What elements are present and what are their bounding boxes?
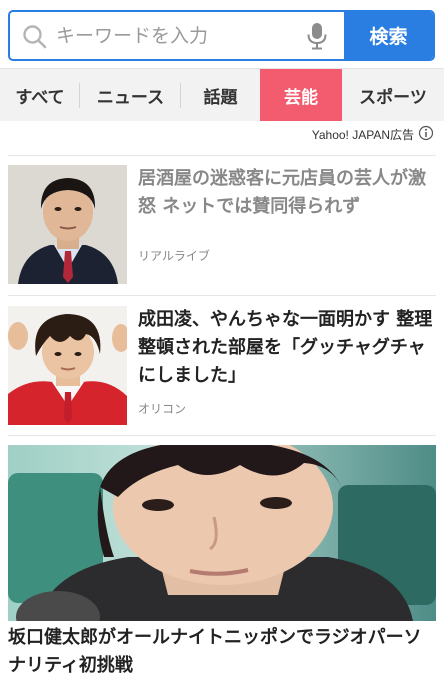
tab-label: すべて	[15, 88, 65, 108]
tab-label: ニュース	[96, 88, 165, 108]
tab-topics[interactable]: 話題	[181, 69, 260, 122]
article-thumbnail	[8, 306, 127, 425]
article-thumbnail	[8, 165, 127, 284]
search-icon	[22, 24, 48, 50]
info-icon[interactable]	[418, 125, 434, 141]
tab-label: 話題	[203, 88, 238, 108]
search-button[interactable]: 検索	[344, 12, 433, 59]
tab-sports[interactable]: スポーツ	[342, 69, 444, 122]
divider	[8, 295, 436, 296]
search-bar: 検索	[0, 0, 444, 68]
featured-article-title[interactable]: 坂口健太郎がオールナイトニッポンでラジオパーソナリティ初挑戦	[8, 624, 436, 680]
tab-label: スポーツ	[359, 88, 427, 108]
article-source: オリコン	[138, 402, 187, 416]
tab-label: 芸能	[284, 88, 318, 108]
list-item[interactable]: 居酒屋の迷惑客に元店員の芸人が激怒 ネットでは賛同得られず リアルライブ	[8, 165, 436, 285]
article-source: リアルライブ	[138, 249, 210, 263]
divider	[8, 435, 436, 436]
divider	[8, 155, 436, 156]
featured-article-image[interactable]	[8, 445, 436, 621]
search-input[interactable]	[56, 12, 296, 59]
tab-all[interactable]: すべて	[0, 69, 80, 122]
microphone-icon[interactable]	[306, 22, 328, 50]
article-title[interactable]: 成田凌、やんちゃな一面明かす 整理整頓された部屋を「グッチャグチャにしました」	[138, 306, 434, 390]
category-tabs: すべて ニュース 話題 芸能 スポーツ	[0, 68, 444, 122]
list-item[interactable]: 成田凌、やんちゃな一面明かす 整理整頓された部屋を「グッチャグチャにしました」 …	[8, 306, 436, 426]
tab-news[interactable]: ニュース	[80, 69, 181, 122]
ad-label-row: Yahoo! JAPAN広告	[0, 121, 444, 151]
tab-entertainment[interactable]: 芸能	[260, 69, 342, 122]
article-title[interactable]: 居酒屋の迷惑客に元店員の芸人が激怒 ネットでは賛同得られず	[138, 165, 434, 221]
ad-label[interactable]: Yahoo! JAPAN広告	[312, 126, 414, 143]
search-box[interactable]: 検索	[8, 10, 435, 61]
